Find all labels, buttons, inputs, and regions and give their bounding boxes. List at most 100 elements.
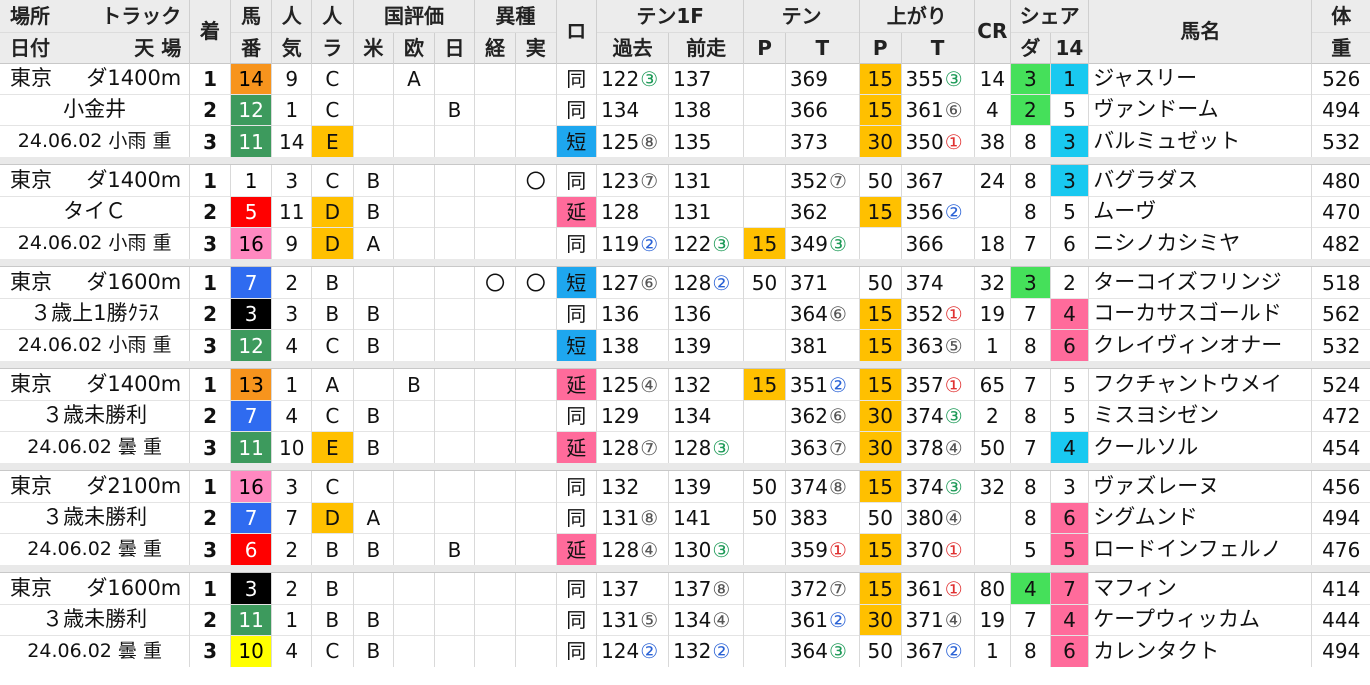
- popularity-value: 4: [285, 403, 299, 428]
- ten1f-past-value: 127: [601, 270, 640, 295]
- ten1f-last-value: 137: [673, 576, 712, 601]
- horse-name: ケープウィッカム: [1088, 603, 1312, 636]
- agari-t-rank-mark: ①: [944, 372, 963, 397]
- cr-value: 1: [985, 333, 999, 358]
- share-14-value: 4: [1063, 301, 1076, 326]
- table-row: ３歳未勝利 2 7 7 D A 同 131⑧ 141 50 383 50 380④ 8 6 シグムンド 494: [0, 501, 1370, 534]
- table-row: 24.06.02 小雨 重 3 12 4 C B 短 138 139 381 15 363⑤ 1 8 6 クレ…: [0, 329, 1370, 361]
- ten1f-last-value: 136: [673, 301, 712, 326]
- ten-p: 15: [743, 368, 786, 401]
- agari-t: 371④: [900, 603, 975, 636]
- ten-t-value: 369: [789, 66, 829, 91]
- share-da-value: 4: [1024, 576, 1037, 601]
- ten1f-last-rank-mark: ③: [712, 231, 731, 256]
- race-info: 24.06.02 曇 重: [0, 635, 190, 667]
- horse-name: ムーヴ: [1088, 195, 1312, 228]
- rating-jp: [433, 572, 475, 605]
- horse-name: コーカサスゴールド: [1088, 297, 1312, 330]
- ten1f-last-rank-mark: ⑧: [712, 576, 731, 601]
- rating-jp: [433, 431, 475, 463]
- cr: 19: [973, 603, 1011, 636]
- ten-t-value: 374: [789, 474, 829, 499]
- finish-rank-value: 3: [203, 231, 218, 256]
- ten-t-rank-mark: ⑦: [829, 435, 847, 460]
- rating-us-value: B: [366, 301, 381, 326]
- agari-t: 378④: [900, 431, 975, 463]
- finish-rank: 2: [189, 603, 231, 636]
- horse-number-value: 7: [244, 403, 258, 428]
- finish-rank: 3: [189, 227, 231, 259]
- horse-number-value: 13: [238, 372, 264, 397]
- body-weight-value: 456: [1322, 474, 1361, 499]
- horse-name: クールソル: [1088, 431, 1312, 463]
- share-da: 7: [1010, 368, 1051, 401]
- ten-t-value: 362: [789, 199, 829, 224]
- ten1f-past: 128: [596, 195, 669, 228]
- ishu-jitsu: [514, 501, 556, 534]
- horse-number-value: 11: [238, 607, 264, 632]
- agari-t-value: 352: [905, 301, 944, 326]
- body-weight: 532: [1311, 329, 1370, 361]
- popularity: 1: [271, 368, 312, 401]
- ten-t-rank-mark: ①: [829, 537, 847, 562]
- rotation: 同: [555, 62, 597, 95]
- rating-us-value: A: [366, 231, 381, 256]
- share-14: 4: [1049, 431, 1089, 463]
- race-venue: 東京: [10, 474, 52, 499]
- ishu-kei: [474, 195, 516, 228]
- popularity: 4: [271, 635, 312, 667]
- agari-p: 50: [858, 635, 901, 667]
- horse-name-value: ターコイズフリンジ: [1093, 270, 1282, 295]
- popularity: 14: [271, 125, 312, 157]
- ten1f-past: 134: [596, 93, 669, 126]
- ten-p-value: 50: [751, 270, 778, 295]
- cr-value: 32: [979, 474, 1006, 499]
- agari-t: 350①: [900, 125, 975, 157]
- ten-t: 364③: [784, 635, 860, 667]
- rotation-value: 同: [566, 576, 587, 601]
- rating-jp: [433, 329, 475, 361]
- ten-t: 362: [784, 195, 860, 228]
- share-14: 4: [1049, 603, 1089, 636]
- horse-number: 1: [229, 164, 272, 197]
- ten1f-past-rank-mark: ⑧: [640, 505, 659, 530]
- race-venue-track: 東京 ダ1400m: [0, 68, 189, 89]
- agari-t-value: 378: [905, 435, 944, 460]
- horse-name: ヴァンドーム: [1088, 93, 1312, 126]
- ishu-kei-value: 〇: [485, 270, 506, 295]
- share-da: 2: [1010, 93, 1051, 126]
- agari-p: 15: [858, 533, 901, 565]
- share-14: 6: [1049, 227, 1089, 259]
- horse-number-value: 14: [238, 66, 264, 91]
- share-da: 8: [1010, 125, 1051, 157]
- rotation-value: 同: [566, 505, 587, 530]
- agari-p: 15: [858, 93, 901, 126]
- race-info: タイＣ: [0, 195, 190, 228]
- rotation: 短: [555, 266, 597, 299]
- body-weight-value: 494: [1322, 97, 1361, 122]
- rating-ra: C: [311, 329, 354, 361]
- popularity-value: 2: [285, 576, 299, 601]
- rating-us-value: B: [366, 199, 381, 224]
- ten1f-last: 132②: [668, 635, 744, 667]
- horse-name-value: シグムンド: [1093, 505, 1198, 530]
- race-separator-cell: [0, 156, 1370, 165]
- race-track: ダ1400m: [86, 168, 182, 193]
- body-weight: 414: [1311, 572, 1370, 605]
- agari-t-rank-mark: ⑤: [944, 333, 963, 358]
- race-venue-track: 東京 ダ2100m: [0, 476, 189, 497]
- race-info: 東京 ダ2100m: [0, 470, 190, 503]
- share-14-value: 5: [1063, 403, 1076, 428]
- ten-t: 369: [784, 62, 860, 95]
- popularity-value: 3: [285, 168, 299, 193]
- ishu-kei: [474, 164, 516, 197]
- rating-jp: [433, 603, 475, 636]
- agari-t-value: 350: [905, 129, 944, 154]
- agari-t-value: 357: [905, 372, 944, 397]
- finish-rank-value: 3: [203, 639, 218, 664]
- cr: 2: [973, 399, 1011, 432]
- cr-value: 24: [979, 168, 1006, 193]
- share-14-value: 2: [1063, 270, 1076, 295]
- share-da: 4: [1010, 572, 1051, 605]
- ten1f-past-value: 122: [601, 66, 640, 91]
